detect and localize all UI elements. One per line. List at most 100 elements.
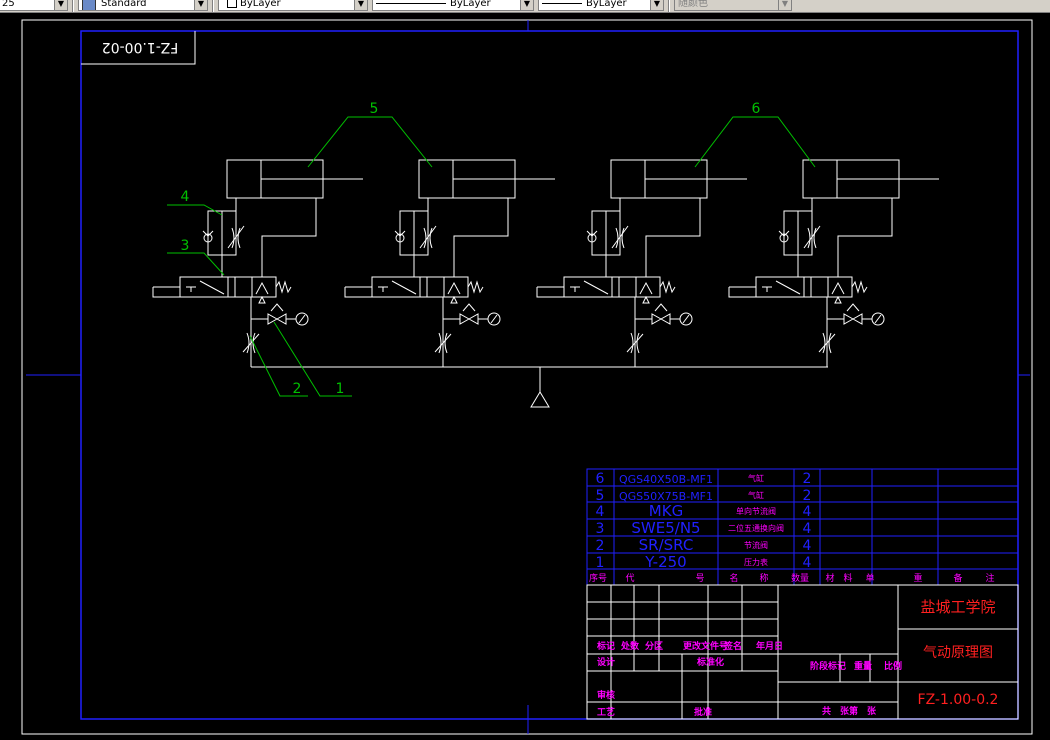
exhaust-icon [642, 295, 650, 304]
chevron-down-icon[interactable]: ▼ [354, 0, 367, 10]
parts-row: 4 MKG 单向节流阀 4 [596, 502, 812, 520]
valve-flow-arrow [391, 280, 417, 295]
drawing-code-text: FZ-1.00-02 [102, 39, 179, 55]
toolbar-separator [212, 0, 214, 12]
part-qty: 2 [803, 488, 812, 504]
balloon-6: 6 [752, 101, 761, 117]
parts-header-cell: 备 [953, 572, 962, 584]
tb-approve: 批准 [694, 706, 712, 718]
cylinder-port-b [453, 198, 509, 277]
cylinder-port-b [645, 198, 701, 277]
plotstyle-combo[interactable]: 随颜色 ▼ [674, 0, 792, 11]
chevron-down-icon[interactable]: ▼ [520, 0, 533, 10]
text-style-value: Standard [101, 0, 147, 9]
properties-toolbar: 25 ▼ Standard ▼ ByLayer ▼ ByLayer ▼ ByLayer ▼… [0, 0, 1050, 13]
balloon-5: 5 [370, 101, 379, 117]
parts-header-cell: 代 [625, 573, 634, 584]
balloon-4: 4 [181, 189, 190, 205]
return-spring-icon [659, 280, 676, 294]
part-name: 压力表 [744, 557, 768, 567]
text-style-icon [82, 0, 96, 10]
tb-zone: 分区 [645, 640, 663, 652]
part-qty: 4 [803, 504, 812, 520]
valve-flow-arrow [199, 280, 225, 295]
balloon-1: 1 [336, 381, 345, 397]
return-spring-icon [467, 280, 484, 294]
exhaust-icon [450, 295, 458, 304]
school-name: 盐城工学院 [920, 598, 995, 616]
plotstyle-combo-value: 随颜色 [678, 0, 708, 9]
solenoid-actuator [152, 286, 181, 298]
parts-header-cell: 注 [985, 572, 994, 584]
valve-flow-arrow [775, 280, 801, 295]
parts-row: 2 SR/SRC 节流阀 4 [596, 536, 812, 554]
parts-header-cell: 名 [729, 572, 738, 584]
tb-weight: 重量 [854, 660, 872, 672]
parts-row: 6 QGS40X50B-MF1 气缸 2 [596, 471, 812, 487]
part-name: 气缸 [748, 473, 764, 483]
parts-header-cell: 号 [695, 573, 704, 584]
chevron-down-icon[interactable]: ▼ [54, 0, 67, 10]
layer-combo[interactable]: 25 ▼ [0, 0, 68, 11]
drawing-code-box: FZ-1.00-02 [81, 31, 196, 65]
air-source-icon [530, 391, 550, 408]
drawing-number: FZ-1.00-0.2 [918, 692, 999, 708]
tb-sheets: 共 张第 张 [822, 705, 877, 717]
cylinder-port-b [837, 198, 893, 277]
exhaust-icon [834, 295, 842, 304]
chevron-down-icon[interactable]: ▼ [650, 0, 663, 10]
parts-list: 6 QGS40X50B-MF1 气缸 25 QGS50X75B-MF1 气缸 24 MKG 单向… [586, 468, 1019, 586]
tb-review: 审核 [597, 689, 615, 701]
solenoid-actuator [344, 286, 373, 298]
toolbar-separator [668, 0, 670, 12]
tb-design: 设计 [597, 656, 615, 668]
linetype-combo[interactable]: ByLayer ▼ [372, 0, 534, 11]
chevron-down-icon[interactable]: ▼ [194, 0, 207, 10]
valve-flow-arrow [831, 281, 845, 295]
parts-header-cell: 数量 [791, 572, 809, 584]
tb-sign: 签名 [723, 640, 742, 652]
return-spring-icon [275, 280, 292, 294]
circuit-unit [344, 159, 555, 367]
valve-actuator [270, 303, 284, 312]
part-qty: 2 [803, 471, 812, 487]
solenoid-actuator [536, 286, 565, 298]
inner-frame [80, 30, 1019, 720]
shutoff-valve-icon [459, 313, 479, 325]
parts-header-cell: 材 [825, 572, 834, 584]
valve-flow-arrow [255, 281, 269, 295]
valve-flow-arrow [639, 281, 653, 295]
tb-scale: 比例 [884, 660, 902, 672]
parts-header-cell: 料 [843, 572, 852, 584]
drawing-canvas[interactable]: FZ-1.00-02 5 6 4 3 2 1 6 QGS40X50B-MF1 气缸 2… [0, 13, 1050, 736]
tb-stage-mark: 阶段标记 [810, 660, 846, 672]
cad-drawing: FZ-1.00-02 5 6 4 3 2 1 6 QGS40X50B-MF1 气缸 2… [21, 19, 1033, 735]
part-code: Y-250 [644, 553, 686, 571]
chevron-down-icon[interactable]: ▼ [778, 0, 791, 10]
lineweight-combo[interactable]: ByLayer ▼ [538, 0, 664, 11]
valve-flow-arrow [583, 280, 609, 295]
part-code: SWE5/N5 [631, 519, 700, 537]
color-swatch-icon [227, 0, 237, 8]
part-qty: 4 [803, 538, 812, 554]
gauge-needle [298, 314, 306, 324]
lineweight-combo-value: ByLayer [586, 0, 627, 9]
part-number: 2 [596, 538, 605, 554]
part-code: SR/SRC [639, 536, 694, 554]
balloon-numbers: 5 6 4 3 2 1 [181, 101, 761, 397]
parts-header-cell: 重 [913, 572, 922, 584]
gauge-needle [490, 314, 498, 324]
text-style-combo[interactable]: Standard ▼ [78, 0, 208, 11]
cylinder-port-b [261, 198, 317, 277]
part-code: MKG [649, 502, 683, 520]
color-combo-value: ByLayer [240, 0, 281, 9]
tb-count: 处数 [620, 640, 640, 652]
valve-actuator [462, 303, 476, 312]
parts-header-cell: 序号 [589, 572, 607, 584]
valve-flow-arrow [447, 281, 461, 295]
shutoff-valve-icon [843, 313, 863, 325]
tb-mark: 标记 [596, 640, 615, 652]
pneumatic-circuits [152, 159, 939, 367]
color-combo[interactable]: ByLayer ▼ [218, 0, 368, 11]
gauge-needle [682, 314, 690, 324]
